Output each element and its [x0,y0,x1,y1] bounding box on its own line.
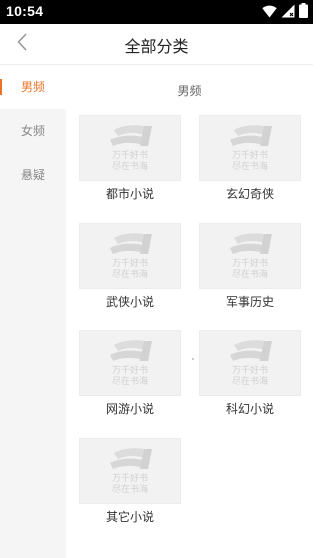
category-content: 男频 万千好书 尽在书海 都市小说 万千好书 尽在书海 玄幻奇侠 万千好书 尽在书海 … [66,65,313,558]
svg-text:尽在书海: 尽在书海 [232,268,268,280]
category-card[interactable]: 万千好书 尽在书海 都市小说 [79,115,181,205]
category-name: 玄幻奇侠 [225,187,274,201]
cover-logo-watermark: 万千好书尽在书海 [110,448,152,495]
svg-text:万千好书: 万千好书 [112,472,148,484]
book-cover-placeholder: 万千好书 尽在书海 [79,330,181,396]
svg-text:尽在书海: 尽在书海 [112,375,148,387]
status-bar: 10:54 [0,0,313,24]
svg-text:万千好书: 万千好书 [232,364,268,376]
wifi-icon [262,3,277,22]
cover-logo-watermark: 万千好书尽在书海 [110,125,152,172]
category-name: 都市小说 [105,187,154,201]
svg-text:万千好书: 万千好书 [232,149,268,161]
svg-text:万千好书: 万千好书 [112,364,148,376]
book-cover-placeholder: 万千好书 尽在书海 [79,223,181,289]
sidebar-item-mystery[interactable]: 悬疑 [0,153,66,197]
app-header: 全部分类 [0,24,313,64]
category-name: 网游小说 [105,402,154,416]
svg-text:万千好书: 万千好书 [232,257,268,269]
category-card[interactable]: 万千好书 尽在书海 网游小说 [79,330,181,420]
category-card[interactable]: 万千好书 尽在书海 玄幻奇侠 [199,115,301,205]
category-sidebar: 男频 女频 悬疑 [0,65,66,558]
category-name: 科幻小说 [225,402,274,416]
svg-text:尽在书海: 尽在书海 [112,268,148,280]
book-cover-placeholder: 万千好书 尽在书海 [199,330,301,396]
cover-logo-watermark: 万千好书尽在书海 [110,340,152,387]
category-card[interactable]: 万千好书 尽在书海 武侠小说 [79,223,181,313]
category-name: 军事历史 [225,295,274,309]
book-cover-placeholder: 万千好书 尽在书海 [79,115,181,181]
section-title: 男频 [177,84,202,98]
category-name: 武侠小说 [105,295,154,309]
cover-logo-watermark: 万千好书尽在书海 [110,233,152,280]
page-title: 全部分类 [124,37,189,56]
svg-text:万千好书: 万千好书 [112,257,148,269]
sidebar-item-label: 男频 [20,80,45,94]
sidebar-item-male[interactable]: 男频 [0,65,66,109]
sidebar-item-label: 悬疑 [20,168,45,182]
sidebar-item-female[interactable]: 女频 [0,109,66,153]
signal-icon [281,3,295,22]
svg-text:尽在书海: 尽在书海 [112,483,148,495]
sidebar-item-label: 女频 [20,124,45,138]
svg-text:万千好书: 万千好书 [112,149,148,161]
category-card[interactable]: 万千好书 尽在书海 科幻小说 [199,330,301,420]
battery-icon [299,2,308,22]
book-cover-placeholder: 万千好书 尽在书海 [79,438,181,504]
cover-logo-watermark: 万千好书尽在书海 [230,125,272,172]
status-time: 10:54 [6,3,44,19]
cover-logo-watermark: 万千好书尽在书海 [230,340,272,387]
cover-logo-watermark: 万千好书尽在书海 [230,233,272,280]
svg-text:尽在书海: 尽在书海 [232,375,268,387]
category-card[interactable]: 万千好书 尽在书海 军事历史 [199,223,301,313]
book-cover-placeholder: 万千好书 尽在书海 [199,115,301,181]
status-icons [262,2,308,22]
svg-text:尽在书海: 尽在书海 [112,160,148,172]
active-indicator [0,79,2,95]
svg-text:尽在书海: 尽在书海 [232,160,268,172]
category-name: 其它小说 [105,510,154,524]
book-cover-placeholder: 万千好书 尽在书海 [199,223,301,289]
category-card[interactable]: 万千好书 尽在书海 其它小说 [79,438,181,528]
stray-dot [192,358,194,360]
